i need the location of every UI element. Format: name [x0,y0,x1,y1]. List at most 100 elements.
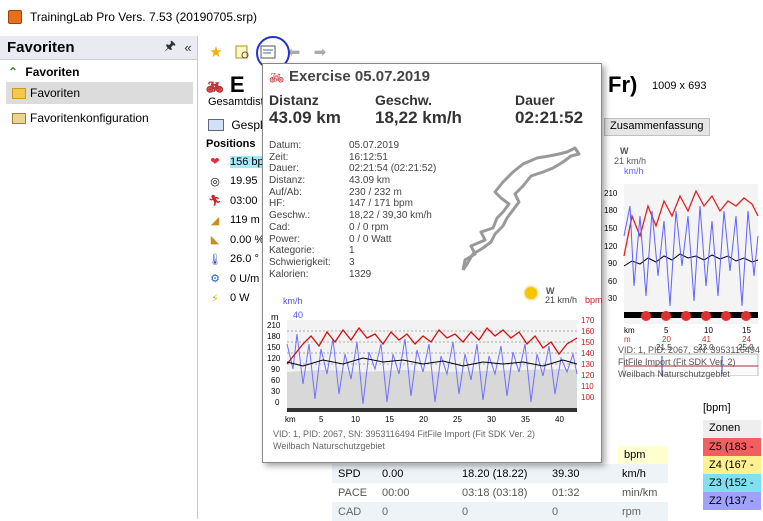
bpm-unit-cell: bpm [618,446,668,464]
svg-text:60: 60 [608,277,617,286]
right-km-label: km [624,326,635,335]
position-header: Positions [206,138,256,150]
sun-icon [525,287,537,299]
svg-text:120: 120 [267,354,281,363]
favorites-item-label: Favoriten [30,86,81,100]
svg-text:140: 140 [581,349,595,358]
detail-key: Auf/Ab: [269,186,302,198]
right-info: VID: 1, PID: 2067, SN: 3953116494 FitFil… [618,344,760,380]
svg-text:km: km [285,415,296,424]
svg-text:60: 60 [271,376,280,385]
detail-key: Kalorien: [269,268,309,280]
svg-text:90: 90 [271,365,280,374]
zones-panel: [bpm] Zonen Z5 (183 - Z4 (167 - Z3 (152 … [703,402,761,510]
detail-key: HF: [269,198,286,210]
position-row: 🏃︎ 03:00 [206,191,268,211]
svg-text:150: 150 [604,224,618,233]
exercise-title-end: Fr) [608,72,638,97]
right-chart-ticks: 210 180 150 120 90 60 30 [604,189,618,303]
table-row: SPD 0.00 18.20 (18.22) 39.30 km/h [332,464,668,483]
chart-icon [208,119,224,131]
favorites-item[interactable]: Favoriten [6,82,193,104]
detail-key: Kategorie: [269,245,315,257]
favorites-section[interactable]: ⌃ Favoriten [0,60,197,79]
speedometer-icon: ◎ [210,175,220,188]
route-map [461,146,581,271]
position-row: 🌡︎ 26.0 ° [206,250,268,270]
bike-icon: 🚲︎ [206,79,224,95]
favorites-config-item[interactable]: Favoritenkonfiguration [6,107,193,129]
right-vid: VID: 1, PID: 2067, SN: 3953116494 [618,345,760,355]
popup-footer: VID: 1, PID: 2067, SN: 3953116494 FitFil… [273,428,535,452]
bpm-axis-unit: bpm [585,295,603,305]
app-icon [8,10,22,24]
position-value: 119 m [230,214,260,227]
svg-text:30: 30 [271,387,280,396]
svg-text:0: 0 [275,398,280,407]
speed-value: 18,22 km/h [375,108,462,127]
arrow-right-icon[interactable]: ➡︎ [310,42,330,62]
detail-key: Power: [269,233,301,245]
svg-text:210: 210 [604,189,618,198]
speed-unit: km/h [624,166,644,176]
position-value: 0 U/m [230,272,260,285]
right-fitfile: FitFile Import (Fit SDK Ver. 2) [618,357,736,367]
speed-label: Geschw. [375,92,433,108]
detail-key: Datum: [269,140,302,151]
position-row: ◣ 0.00 % [206,230,268,250]
detail-key: Geschw.: [269,210,311,222]
left-axis-ticks: 210 180 150 120 90 60 30 0 [267,321,281,407]
cadence-icon: ⚙ [210,273,220,286]
detail-key: Dauer: [269,163,300,175]
detail-row: Power: 0 / 0 Watt [269,234,436,246]
popup-title: Exercise 05.07.2019 [289,68,430,85]
svg-text:25: 25 [453,415,462,424]
bike-icon: 🚲︎ [269,71,285,85]
popup-vid: VID: 1, PID: 2067, SN: 3953116494 FitFil… [273,429,535,439]
position-value: 03:00 [230,194,258,207]
wind-speed: 21 km/h [614,156,647,166]
detail-key: Distanz: [269,175,306,187]
chevron-up-icon: ⌃ [8,65,19,79]
heart-icon: ❤ [210,156,220,169]
detail-value: 0 / 0 rpm [349,221,389,233]
detail-value: 0 / 0 Watt [349,233,392,245]
detail-value: 147 / 171 bpm [349,198,413,210]
collapse-icon[interactable]: « [179,40,197,55]
row-max: 01:32 [552,486,580,499]
tab-summary[interactable]: Zusammenfassung [604,118,710,136]
detail-row: Zeit: 16:12:51 [269,152,436,164]
zone-5: Z5 (183 - [703,438,761,456]
tab-gespl[interactable]: Gespl [231,118,262,132]
svg-text:10: 10 [351,415,360,424]
size-label: 1009 x 693 [652,80,707,92]
position-row: ⚡︎ 0 W [206,289,268,309]
row-min: 0.00 [382,467,404,480]
svg-text:150: 150 [581,338,595,347]
svg-text:160: 160 [581,327,595,336]
note-icon[interactable] [232,42,252,62]
svg-text:90: 90 [608,259,617,268]
row-min: 0 [382,505,389,518]
position-row: ⚙ 0 U/m [206,269,268,289]
zones-header: Zonen [703,420,761,438]
speed-axis-unit: km/h [283,296,303,306]
star-icon[interactable]: ★ [206,42,226,62]
svg-text:180: 180 [604,206,618,215]
svg-text:30: 30 [487,415,496,424]
position-row: ◢ 119 m [206,211,268,231]
svg-text:180: 180 [267,332,281,341]
svg-text:130: 130 [581,360,595,369]
position-value: 156 bp [230,155,264,168]
exercise-title-text: E [229,72,245,97]
table-row: PACE 00:00 03:18 (03:18) 01:32 min/km [332,483,668,502]
detail-row: Datum: 05.07.2019 [269,140,436,152]
row-unit: min/km [622,486,658,499]
popup-speed: Geschw. 18,22 km/h [375,92,462,128]
favorites-panel-title: Favoriten [7,39,75,56]
detail-value: 16:12:51 [349,151,388,163]
favorites-section-label: Favoriten [25,65,80,79]
svg-text:35: 35 [521,415,530,424]
exercise-preview-popup: 🚲︎ Exercise 05.07.2019 Distanz 43.09 km … [262,63,603,463]
pin-icon[interactable]: 🖈︎ [161,37,179,59]
